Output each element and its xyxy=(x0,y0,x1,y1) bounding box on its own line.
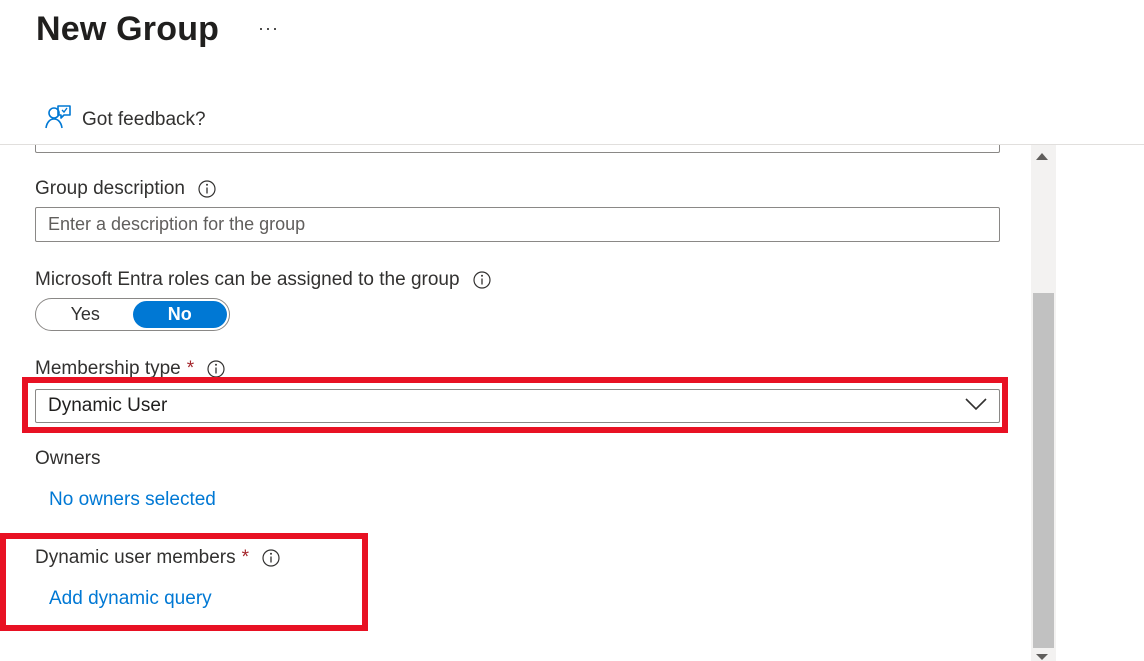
scroll-down-icon[interactable] xyxy=(1036,654,1048,660)
feedback-button[interactable]: Got feedback? xyxy=(44,103,206,136)
scroll-up-icon[interactable] xyxy=(1036,153,1048,160)
entra-roles-label: Microsoft Entra roles can be assigned to… xyxy=(35,269,460,290)
feedback-label: Got feedback? xyxy=(82,108,206,130)
description-input[interactable] xyxy=(35,207,1000,242)
more-actions-button[interactable]: ··· xyxy=(258,18,279,39)
toggle-option-yes[interactable]: Yes xyxy=(38,301,133,328)
info-icon[interactable] xyxy=(206,359,226,379)
feedback-person-icon xyxy=(44,103,72,136)
toggle-option-no[interactable]: No xyxy=(132,301,227,328)
entra-roles-label-row: Microsoft Entra roles can be assigned to… xyxy=(35,269,492,291)
info-icon[interactable] xyxy=(472,270,492,290)
info-icon[interactable] xyxy=(197,179,217,199)
owners-label-row: Owners xyxy=(35,448,100,470)
owners-label: Owners xyxy=(35,448,101,469)
description-label-row: Group description xyxy=(35,178,217,200)
dynamic-members-highlight-box xyxy=(0,533,368,631)
entra-roles-toggle[interactable]: Yes No xyxy=(35,298,230,331)
no-owners-link[interactable]: No owners selected xyxy=(49,489,216,511)
page-title: New Group xyxy=(36,10,220,48)
scrollbar-thumb[interactable] xyxy=(1033,293,1054,648)
description-label: Group description xyxy=(35,178,185,199)
group-name-field[interactable] xyxy=(35,145,1000,153)
membership-highlight-box xyxy=(22,377,1008,433)
